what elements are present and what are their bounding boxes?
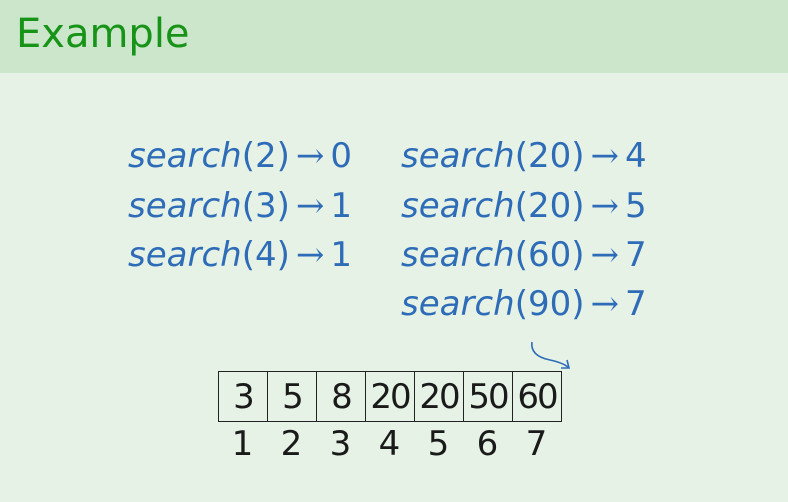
search-function-name: search bbox=[401, 136, 515, 176]
slide-header: Example bbox=[0, 0, 788, 73]
search-argument: (60) bbox=[514, 235, 585, 275]
right-arrow-icon: → bbox=[295, 235, 325, 275]
slide-title: Example bbox=[16, 11, 190, 57]
array-index: 4 bbox=[378, 424, 401, 464]
array-cell: 20 bbox=[414, 371, 464, 422]
right-arrow-icon: → bbox=[295, 186, 325, 226]
search-line: search(3) → 1 bbox=[128, 186, 352, 226]
search-result: 0 bbox=[330, 136, 352, 176]
array-index: 1 bbox=[231, 424, 254, 464]
right-arrow-icon: → bbox=[295, 136, 325, 176]
right-arrow-icon: → bbox=[590, 284, 619, 324]
array-index: 2 bbox=[280, 424, 303, 464]
array-index: 5 bbox=[427, 424, 450, 464]
search-line: search(20) → 4 bbox=[401, 136, 647, 176]
right-arrow-icon: → bbox=[590, 186, 619, 226]
search-result: 7 bbox=[624, 284, 647, 324]
search-function-name: search bbox=[401, 284, 515, 324]
array-cell: 5 bbox=[267, 371, 317, 422]
array-row: 3 5 8 20 20 50 60 bbox=[218, 371, 562, 422]
search-line: search(60) → 7 bbox=[401, 235, 647, 275]
search-argument: (4) bbox=[241, 235, 290, 275]
array-cell: 8 bbox=[316, 371, 366, 422]
search-result: 5 bbox=[624, 186, 647, 226]
search-function-name: search bbox=[128, 136, 242, 176]
search-function-name: search bbox=[128, 186, 242, 226]
array-index: 3 bbox=[329, 424, 352, 464]
array-cell: 50 bbox=[463, 371, 513, 422]
search-function-name: search bbox=[128, 235, 242, 275]
search-result: 7 bbox=[624, 235, 647, 275]
search-argument: (2) bbox=[241, 136, 290, 176]
search-result: 1 bbox=[330, 186, 352, 226]
search-argument: (90) bbox=[514, 284, 585, 324]
search-line: search(2) → 0 bbox=[128, 136, 352, 176]
search-function-name: search bbox=[401, 186, 515, 226]
search-result: 4 bbox=[624, 136, 647, 176]
array-cell: 20 bbox=[365, 371, 415, 422]
array-cell: 3 bbox=[218, 371, 268, 422]
right-arrow-icon: → bbox=[590, 136, 619, 176]
sorted-array: 3 5 8 20 20 50 60 bbox=[218, 371, 562, 422]
array-index: 6 bbox=[476, 424, 499, 464]
array-index: 7 bbox=[525, 424, 548, 464]
search-line: search(4) → 1 bbox=[128, 235, 352, 275]
right-arrow-icon: → bbox=[590, 235, 619, 275]
search-line: search(90) → 7 bbox=[401, 284, 647, 324]
search-argument: (3) bbox=[241, 186, 290, 226]
search-argument: (20) bbox=[514, 136, 585, 176]
search-function-name: search bbox=[401, 235, 515, 275]
search-argument: (20) bbox=[514, 186, 585, 226]
search-result: 1 bbox=[330, 235, 352, 275]
array-cell: 60 bbox=[512, 371, 562, 422]
search-line: search(20) → 5 bbox=[401, 186, 647, 226]
